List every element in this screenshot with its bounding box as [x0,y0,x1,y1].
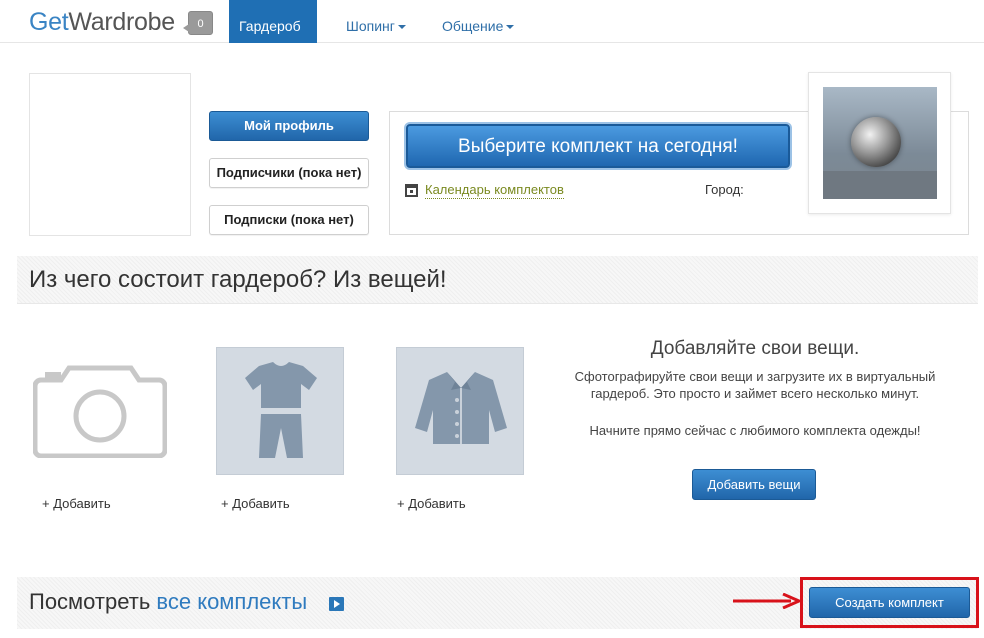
add-jacket-link[interactable]: + Добавить [397,496,466,512]
chevron-down-icon [506,25,515,30]
nav-shopping[interactable]: Шопинг [336,0,416,43]
camera-icon[interactable] [33,360,167,458]
nav-social[interactable]: Общение [432,0,524,43]
top-navbar: GetWardrobe 0 Гардероб Шопинг Общение [0,0,984,82]
calendar-icon [405,184,418,197]
logo-wardrobe: Wardrobe [68,8,175,36]
city-label: Город: [705,182,744,197]
nav-shopping-label: Шопинг [346,18,395,34]
avatar[interactable] [29,73,191,236]
nav-social-label: Общение [442,18,504,34]
add-photo-link[interactable]: + Добавить [42,496,111,512]
choose-outfit-button[interactable]: Выберите комплект на сегодня! [406,124,790,168]
logo[interactable]: GetWardrobe [29,8,175,36]
promo-cta: Начните прямо сейчас с любимого комплект… [589,423,921,438]
followers-button[interactable]: Подписчики (пока нет) [209,158,369,188]
nav-wardrobe[interactable]: Гардероб [229,0,317,82]
clothing-tile-jacket[interactable] [396,347,524,475]
play-icon[interactable] [329,597,344,611]
wardrobe-section-title: Из чего состоит гардероб? Из вещей! [29,266,447,293]
add-items-button[interactable]: Добавить вещи [692,469,816,500]
notification-badge[interactable]: 0 [183,11,213,35]
view-all-link[interactable]: все комплекты [156,589,307,614]
moon-icon [851,117,901,167]
logo-get: Get [29,8,69,36]
calendar-link[interactable]: Календарь комплектов [425,182,564,199]
promo-description: Сфотографируйте свои вещи и загрузите их… [574,369,936,401]
add-pajamas-link[interactable]: + Добавить [221,496,290,512]
promo-title: Добавляйте свои вещи. [650,338,860,359]
weather-image [823,87,937,199]
following-button[interactable]: Подписки (пока нет) [209,205,369,235]
weather-widget [808,72,951,214]
arrow-icon [733,593,803,609]
shirt-pants-icon [245,362,317,458]
weather-ground [823,171,937,199]
my-profile-button[interactable]: Мой профиль [209,111,369,141]
view-all-outfits[interactable]: Посмотреть все комплекты [29,589,307,615]
jacket-icon [415,372,507,444]
nav-wardrobe-label: Гардероб [239,18,301,34]
chevron-down-icon [397,25,406,30]
clothing-tile-pajamas[interactable] [216,347,344,475]
chevron-down-icon [242,77,250,82]
create-outfit-button[interactable]: Создать комплект [809,587,970,618]
view-all-prefix: Посмотреть [29,589,157,614]
